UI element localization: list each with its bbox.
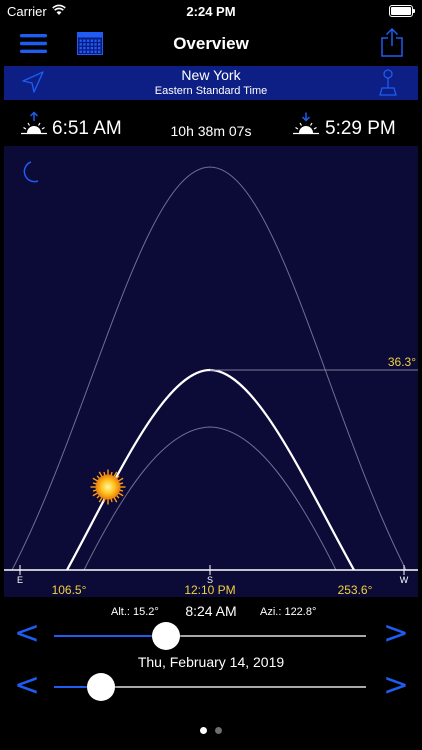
time-slider-fill [54, 635, 167, 637]
sun-path-svg: 36.3° E S W 106.5° 12:10 PM 253.6° [4, 161, 418, 597]
axis-label-e: E [17, 575, 23, 585]
axis-label-w: W [400, 575, 409, 585]
solar-noon-label: 12:10 PM [184, 583, 235, 597]
current-time: 8:24 AM [185, 603, 237, 619]
sun-times-row: 6:51 AM 10h 38m 07s 5:29 PM [0, 106, 422, 146]
page-indicator[interactable] [0, 727, 422, 735]
azimuth-readout: Azi.: 122.8° [260, 606, 317, 618]
winter-path-curve [83, 426, 337, 571]
today-path-curve [66, 368, 355, 571]
page-dot[interactable] [200, 727, 207, 734]
sunset-time: 5:29 PM [325, 118, 396, 139]
moon-icon[interactable] [23, 161, 39, 183]
time-slider-thumb[interactable] [152, 622, 181, 650]
timezone-label: Eastern Standard Time [154, 85, 268, 97]
sunrise-azimuth-label: 106.5° [52, 583, 87, 597]
share-icon[interactable] [381, 27, 403, 57]
page-dot[interactable] [215, 727, 222, 734]
max-altitude-label: 36.3° [388, 355, 416, 369]
controls-panel: Alt.: 15.2° 8:24 AM Azi.: 122.8° < > Thu… [0, 597, 422, 750]
joystick-icon[interactable] [378, 69, 398, 97]
sunset-icon [293, 112, 319, 135]
sun-path-chart[interactable]: 36.3° E S W 106.5° 12:10 PM 253.6° [4, 146, 418, 597]
time-prev-button[interactable]: < [14, 615, 40, 651]
summer-path-curve [11, 166, 407, 571]
sun-icon[interactable] [90, 469, 126, 505]
battery-icon [389, 5, 415, 17]
location-bar[interactable]: New York Eastern Standard Time [4, 66, 418, 100]
date-prev-button[interactable]: < [14, 667, 40, 703]
page-title: Overview [173, 34, 249, 53]
time-next-button[interactable]: > [383, 615, 409, 651]
date-slider-thumb[interactable] [86, 673, 115, 701]
city-name: New York [181, 67, 241, 83]
time-slider-track[interactable] [54, 635, 366, 637]
date-next-button[interactable]: > [383, 667, 409, 703]
date-label: Thu, February 14, 2019 [137, 654, 285, 670]
status-time: 2:24 PM [186, 4, 236, 19]
nav-bar: Overview [0, 22, 422, 66]
sunset-azimuth-label: 253.6° [338, 583, 373, 597]
status-bar: Carrier 2:24 PM [0, 0, 422, 22]
